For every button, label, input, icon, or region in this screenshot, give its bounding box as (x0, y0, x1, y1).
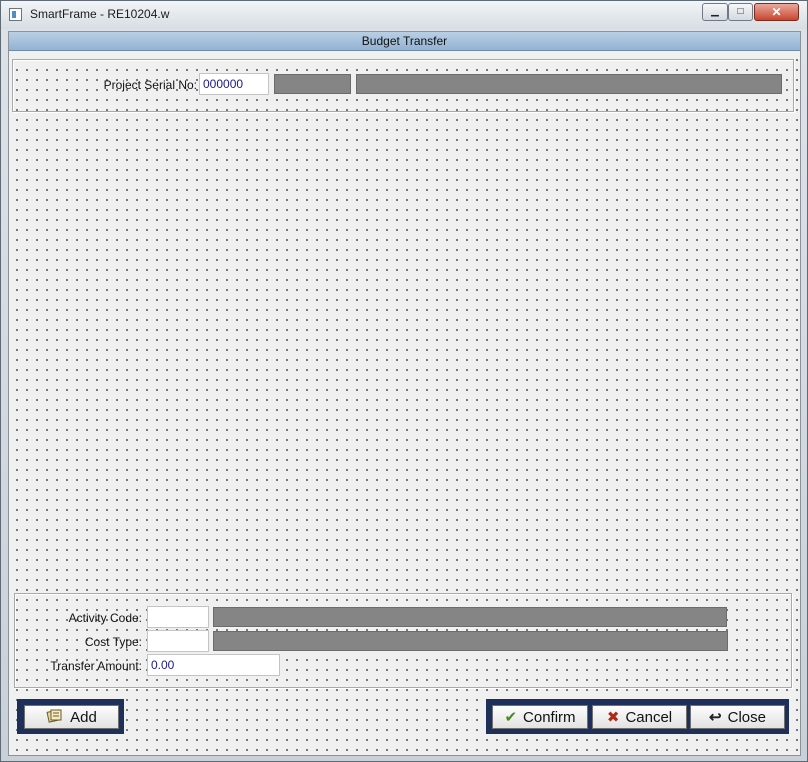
x-icon: ✖ (606, 708, 620, 726)
activity-code-input[interactable] (147, 606, 209, 628)
add-button-label: Add (70, 708, 97, 726)
close-button[interactable]: ↩ Close (690, 705, 785, 729)
window-title: SmartFrame - RE10204.w (30, 7, 170, 21)
cost-type-input[interactable] (147, 630, 209, 652)
cost-type-description-display (213, 631, 728, 651)
activity-description-display (213, 607, 727, 627)
page-title: Budget Transfer (9, 32, 800, 51)
minimize-button[interactable]: ▁ (702, 3, 728, 21)
activity-code-label: Activity Code: (68, 611, 142, 625)
form-area: Budget Transfer Project Serial No: 00000… (8, 31, 801, 756)
cancel-button[interactable]: ✖ Cancel (592, 705, 687, 729)
confirm-button[interactable]: ✔ Confirm (492, 705, 588, 729)
app-window: SmartFrame - RE10204.w ▁ □ ✕ Budget Tran… (0, 0, 808, 762)
transfer-amount-label: Transfer Amount: (50, 659, 142, 673)
cost-type-label: Cost Type: (84, 635, 142, 649)
project-serial-input[interactable]: 000000 (199, 73, 269, 95)
title-bar[interactable]: SmartFrame - RE10204.w ▁ □ ✕ (1, 1, 807, 29)
app-icon (9, 8, 22, 21)
close-button-label: Close (727, 708, 766, 726)
project-code-display (274, 74, 351, 94)
confirm-button-label: Confirm (523, 708, 576, 726)
maximize-button[interactable]: □ (728, 3, 753, 21)
add-button[interactable]: Add (24, 705, 119, 729)
close-window-button[interactable]: ✕ (754, 3, 799, 21)
transfer-amount-input[interactable]: 0.00 (147, 654, 280, 676)
return-arrow-icon: ↩ (709, 708, 722, 726)
notebook-icon (46, 708, 64, 727)
checkmark-icon: ✔ (504, 708, 518, 726)
project-name-display (356, 74, 782, 94)
project-serial-label: Project Serial No: (103, 78, 197, 92)
cancel-button-label: Cancel (625, 708, 673, 726)
